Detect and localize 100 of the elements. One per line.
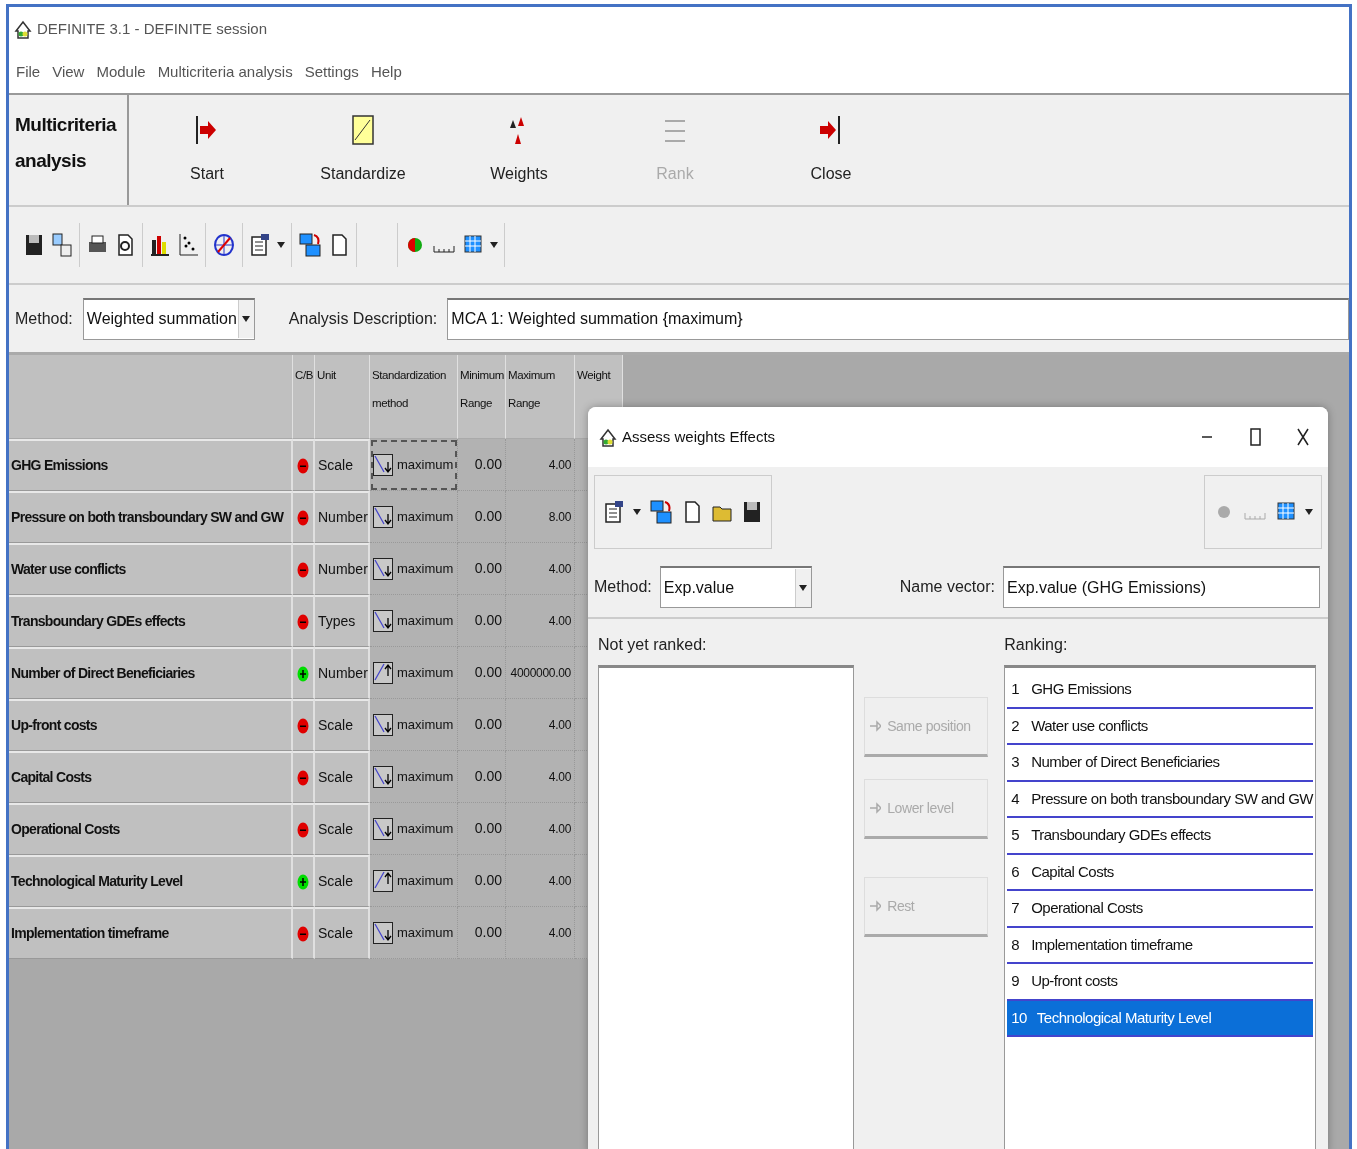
rank-number: 6	[1011, 861, 1020, 882]
caret-icon[interactable]	[1305, 509, 1313, 515]
close-icon[interactable]	[1296, 426, 1310, 448]
caret-icon	[242, 316, 251, 322]
menu-item[interactable]: Settings	[303, 58, 360, 86]
range-cell: 0.00	[458, 491, 506, 543]
column-header: Standardization method	[370, 355, 458, 439]
criterion-name: Capital Costs	[9, 751, 293, 803]
range-cell: 8.00	[506, 491, 575, 543]
ranking-item[interactable]: 10 Technological Maturity Level	[1007, 1000, 1313, 1037]
save-icon[interactable]	[741, 499, 763, 525]
unit-cell: Scale	[315, 699, 370, 751]
save-icon[interactable]	[23, 232, 45, 258]
range-cell: 4.00	[506, 595, 575, 647]
range-cell: 4.00	[506, 803, 575, 855]
table-swap-icon[interactable]	[298, 232, 322, 258]
method-cell-text: maximum	[397, 923, 454, 942]
method-cell-text: maximum	[397, 767, 454, 786]
method-cell-text: maximum	[397, 715, 454, 734]
module-button[interactable]: Weights	[441, 95, 597, 205]
rank-number: 7	[1011, 898, 1020, 918]
clipboard-icon[interactable]	[249, 232, 271, 258]
range-cell: 4000000.00	[506, 647, 575, 699]
criterion-name: GHG Emissions	[1031, 679, 1132, 699]
menu-item[interactable]: Module	[95, 58, 147, 86]
unit-cell: Scale	[315, 907, 370, 959]
menu-item[interactable]: File	[15, 58, 42, 86]
criterion-name: Water use conflicts	[1031, 715, 1148, 736]
range-cell: 4.00	[506, 439, 575, 491]
clipboard-icon[interactable]	[603, 499, 625, 525]
criterion-name: Transboundary GDEs effects	[9, 595, 293, 647]
unit-cell: Types	[315, 595, 370, 647]
unit-cell: Scale	[315, 803, 370, 855]
rank-number: 1	[1011, 679, 1020, 699]
method-cell-text: maximum	[397, 819, 454, 838]
criterion-name: Operational Costs	[1031, 898, 1143, 918]
range-cell: 0.00	[458, 647, 506, 699]
unit-cell: Number	[315, 647, 370, 699]
criterion-name: GHG Emissions	[9, 439, 293, 491]
menu-item[interactable]: View	[51, 58, 86, 86]
column-header: Unit	[315, 355, 370, 439]
method-label: Method:	[15, 308, 73, 329]
method-cell-text: maximum	[397, 507, 454, 526]
range-cell: 4.00	[506, 855, 575, 907]
criterion-name: Pressure on both transboundary SW and GW	[1031, 788, 1313, 809]
description-field[interactable]: MCA 1: Weighted summation {maximum}	[447, 297, 1349, 340]
caret-icon[interactable]	[490, 242, 498, 248]
range-cell: 4.00	[506, 907, 575, 959]
criterion-name: Implementation timeframe	[1031, 934, 1193, 955]
not-ranked-label: Not yet ranked:	[598, 635, 708, 655]
ranking-label: Ranking:	[1004, 635, 1069, 655]
rank-number: 4	[1011, 788, 1021, 809]
criterion-name: Operational Costs	[9, 803, 293, 855]
caret-icon[interactable]	[277, 242, 285, 248]
range-cell: 0.00	[458, 699, 506, 751]
rank-number: 3	[1011, 752, 1020, 772]
method-label: Method:	[594, 577, 652, 597]
criterion-name: Technological Maturity Level	[9, 855, 293, 907]
criterion-name: Number of Direct Beneficiaries	[1031, 752, 1220, 772]
column-header: Maximum Range	[506, 355, 575, 439]
range-cell: 4.00	[506, 699, 575, 751]
column-header: C/B	[293, 355, 315, 439]
method-cell-text: maximum	[397, 611, 454, 630]
unit-cell: Scale	[315, 855, 370, 907]
range-cell: 0.00	[458, 751, 506, 803]
unit-cell: Number	[315, 491, 370, 543]
criterion-name: Up-front costs	[9, 699, 293, 751]
unit-cell: Scale	[315, 439, 370, 491]
criterion-name: Capital Costs	[1031, 861, 1114, 882]
criterion-name: Water use conflicts	[9, 543, 293, 595]
method-cell-text: maximum	[397, 559, 454, 578]
app-logo-icon	[13, 19, 33, 39]
module-button[interactable]: Start	[129, 95, 285, 205]
name-vector-label: Name vector:	[899, 577, 995, 597]
rank-number: 2	[1011, 715, 1020, 736]
scatter-icon[interactable]	[177, 232, 199, 258]
module-button[interactable]: Close	[753, 95, 909, 205]
rank-number: 9	[1011, 971, 1020, 991]
app-logo-icon	[598, 427, 618, 447]
name-vector-field[interactable]: Exp.value (GHG Emissions)	[1002, 566, 1320, 608]
maximize-icon[interactable]	[1248, 426, 1262, 448]
module-button[interactable]: Standardize	[285, 95, 441, 205]
range-cell: 0.00	[458, 907, 506, 959]
table-swap-icon[interactable]	[649, 499, 673, 525]
range-cell: 0.00	[458, 543, 506, 595]
copy-icon[interactable]	[51, 232, 73, 258]
range-cell: 4.00	[506, 751, 575, 803]
method-dropdown[interactable]: Exp.value	[659, 566, 812, 608]
rank-number: 10	[1011, 1007, 1027, 1028]
menu-item[interactable]: Multicriteria analysis	[156, 58, 294, 86]
method-cell-text: maximum	[397, 871, 454, 890]
dialog-title: Assess weights Effects	[622, 426, 777, 447]
method-dropdown[interactable]: Weighted summation	[82, 297, 255, 340]
caret-icon[interactable]	[633, 509, 641, 515]
globe-icon[interactable]	[212, 232, 236, 258]
criterion-name: Technological Maturity Level	[1036, 1007, 1212, 1028]
rank-number: 5	[1011, 825, 1020, 845]
range-cell: 0.00	[458, 803, 506, 855]
criterion-name: Number of Direct Beneficiaries	[9, 647, 293, 699]
menu-item[interactable]: Help	[369, 58, 403, 86]
